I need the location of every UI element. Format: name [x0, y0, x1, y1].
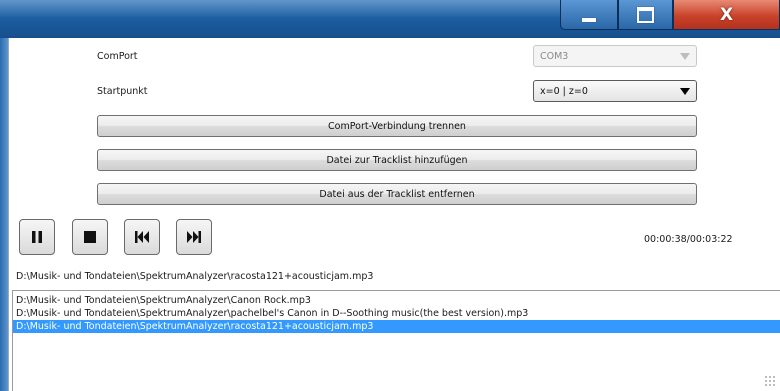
close-button[interactable]: X: [673, 0, 780, 30]
maximize-button[interactable]: [618, 0, 673, 30]
list-item[interactable]: D:\Musik- und Tondateien\SpektrumAnalyze…: [13, 294, 780, 307]
stop-icon: [84, 231, 96, 243]
tracklist[interactable]: D:\Musik- und Tondateien\SpektrumAnalyze…: [12, 290, 780, 391]
window-frame-left: [0, 38, 8, 391]
playback-time: 00:00:38/00:03:22: [644, 234, 733, 245]
next-button[interactable]: [176, 219, 212, 255]
startpunkt-select[interactable]: x=0 | z=0: [533, 80, 697, 102]
remove-track-button[interactable]: Datei aus der Tracklist entfernen: [97, 183, 697, 205]
remove-track-label: Datei aus der Tracklist entfernen: [319, 188, 475, 200]
minimize-button[interactable]: [560, 0, 618, 30]
comport-select[interactable]: COM3: [533, 45, 697, 67]
previous-button[interactable]: [124, 219, 160, 255]
previous-icon: [135, 231, 149, 243]
add-track-button[interactable]: Datei zur Tracklist hinzufügen: [97, 149, 697, 171]
add-track-label: Datei zur Tracklist hinzufügen: [326, 154, 468, 166]
disconnect-comport-label: ComPort-Verbindung trennen: [328, 120, 466, 132]
pause-icon: [32, 231, 42, 243]
list-item[interactable]: D:\Musik- und Tondateien\SpektrumAnalyze…: [13, 307, 780, 320]
minimize-icon: [582, 17, 596, 22]
disconnect-comport-button[interactable]: ComPort-Verbindung trennen: [97, 115, 697, 137]
startpunkt-label: Startpunkt: [97, 86, 148, 97]
resize-grip-icon[interactable]: [764, 375, 776, 387]
stop-button[interactable]: [72, 219, 108, 255]
title-bar[interactable]: X: [0, 0, 780, 38]
maximize-icon: [637, 6, 654, 23]
list-item-selected[interactable]: D:\Musik- und Tondateien\SpektrumAnalyze…: [13, 320, 780, 333]
pause-button[interactable]: [19, 219, 55, 255]
comport-value: COM3: [540, 50, 569, 62]
startpunkt-value: x=0 | z=0: [540, 85, 588, 97]
comport-label: ComPort: [97, 51, 138, 62]
dropdown-arrow-icon: [680, 53, 690, 60]
dropdown-arrow-icon: [680, 88, 690, 95]
close-icon: X: [719, 4, 734, 25]
current-track-path: D:\Musik- und Tondateien\SpektrumAnalyze…: [16, 271, 374, 282]
next-icon: [187, 231, 201, 243]
